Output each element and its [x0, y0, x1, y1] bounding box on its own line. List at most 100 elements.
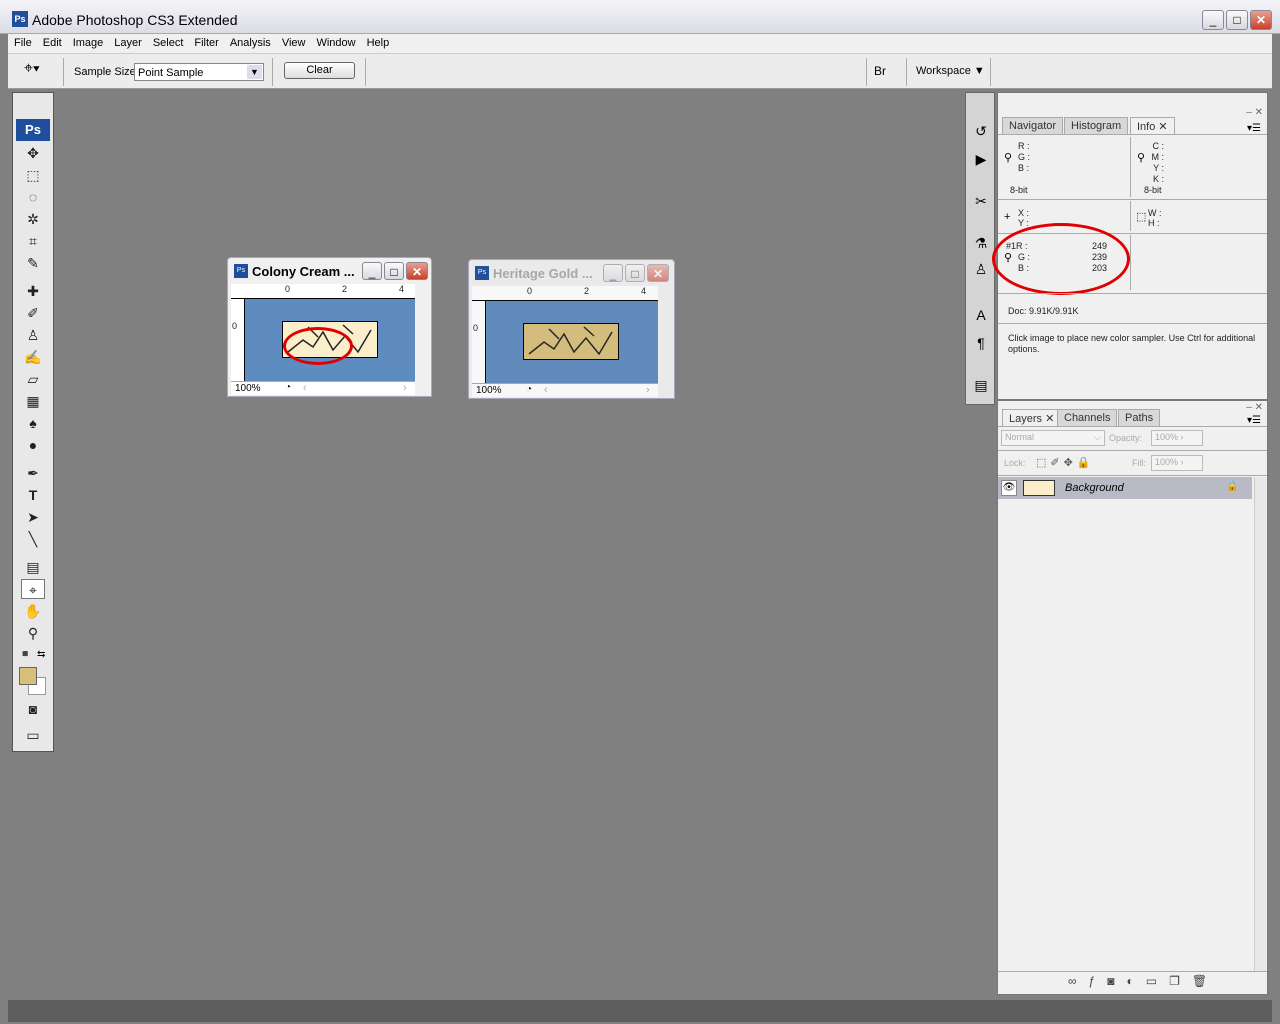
foreground-color-swatch[interactable] [19, 667, 37, 685]
status-menu-icon[interactable]: ◔ [285, 382, 291, 393]
doc-close-button[interactable]: ✕ [647, 264, 669, 282]
title-bar: Ps Adobe Photoshop CS3 Extended _ □ ✕ [0, 0, 1280, 34]
tab-channels[interactable]: Channels [1057, 409, 1118, 426]
rgb-bit-depth[interactable]: 8-bit [1010, 185, 1028, 195]
clone-source-icon[interactable]: ♙ [971, 259, 991, 279]
tab-navigator[interactable]: Navigator [1002, 117, 1064, 134]
doc-maximize-button[interactable]: □ [625, 264, 645, 282]
line-tool-icon[interactable]: ╲ [21, 529, 45, 549]
workspace-menu[interactable]: Workspace ▼ [916, 65, 985, 77]
color-swatch-image[interactable] [523, 323, 619, 360]
menu-image[interactable]: Image [67, 34, 109, 53]
menu-window[interactable]: Window [310, 34, 360, 53]
paragraph-panel-icon[interactable]: ¶ [971, 333, 991, 353]
tab-layers[interactable]: Layers ✕ [1002, 409, 1062, 426]
layer-comps-icon[interactable]: ▤ [971, 375, 991, 395]
doc-close-button[interactable]: ✕ [406, 262, 428, 280]
menu-help[interactable]: Help [361, 34, 395, 53]
menu-filter[interactable]: Filter [188, 34, 223, 53]
document-window-colony-cream[interactable]: Ps Colony Cream ... _ □ ✕ 0 2 4 0 100% ◔… [227, 257, 432, 397]
panel-menu-icon[interactable]: ▾☰ [1247, 123, 1261, 134]
path-selection-tool-icon[interactable]: ➤ [21, 507, 45, 527]
gradient-tool-icon[interactable]: ▦ [21, 391, 45, 411]
close-button[interactable]: ✕ [1250, 10, 1272, 30]
tool-presets-icon[interactable]: ✂ [971, 191, 991, 211]
eraser-tool-icon[interactable]: ▱ [21, 369, 45, 389]
hand-tool-icon[interactable]: ✋ [21, 601, 45, 621]
actions-panel-icon[interactable]: ▶ [971, 149, 991, 169]
eyedropper-icon[interactable]: ⚲ [1004, 151, 1012, 164]
eyedropper-icon[interactable]: ⚲ [1137, 151, 1145, 164]
brush-tool-icon[interactable]: ✐ [21, 303, 45, 323]
doc-maximize-button[interactable]: □ [384, 262, 404, 280]
zoom-level[interactable]: 100% [476, 385, 502, 396]
panel-close-icon[interactable]: – ✕ [1246, 107, 1263, 118]
doc-minimize-button[interactable]: _ [362, 262, 382, 280]
minimize-button[interactable]: _ [1202, 10, 1224, 30]
clear-button[interactable]: Clear [284, 62, 355, 79]
move-tool-icon[interactable]: ✥ [21, 143, 45, 163]
bridge-icon[interactable]: Br [874, 64, 886, 78]
sample-size-select[interactable]: Point Sample ▼ [134, 63, 264, 81]
eye-visibility-icon[interactable]: 👁 [1001, 480, 1017, 496]
history-panel-icon[interactable]: ↺ [971, 121, 991, 141]
scroll-right-icon[interactable]: › [646, 384, 650, 396]
layer-row[interactable]: 👁 Background 🔒 [998, 477, 1252, 499]
default-colors-icon[interactable]: ◾ [19, 649, 31, 660]
magic-wand-tool-icon[interactable]: ✲ [21, 209, 45, 229]
clone-stamp-tool-icon[interactable]: ♙ [21, 325, 45, 345]
doc-minimize-button[interactable]: _ [603, 264, 623, 282]
document-window-heritage-gold[interactable]: Ps Heritage Gold ... _ □ ✕ 0 2 4 0 100% … [468, 259, 675, 399]
menu-analysis[interactable]: Analysis [224, 34, 276, 53]
panel-menu-icon[interactable]: ▾☰ [1247, 415, 1261, 426]
character-panel-icon[interactable]: A [971, 305, 991, 325]
canvas[interactable] [486, 301, 658, 383]
zoom-tool-icon[interactable]: ⚲ [21, 623, 45, 643]
menu-edit[interactable]: Edit [37, 34, 67, 53]
quick-mask-icon[interactable]: ◙ [21, 699, 45, 719]
slice-tool-icon[interactable]: ✎ [21, 253, 45, 273]
type-tool-icon[interactable]: T [21, 485, 45, 505]
menu-view[interactable]: View [276, 34, 311, 53]
marquee-tool-icon[interactable]: ⬚ [21, 165, 45, 185]
menu-select[interactable]: Select [147, 34, 189, 53]
menu-layer[interactable]: Layer [108, 34, 147, 53]
scroll-left-icon[interactable]: ‹ [544, 384, 548, 396]
menu-file[interactable]: File [8, 34, 37, 53]
layers-scrollbar[interactable] [1254, 477, 1266, 971]
scroll-left-icon[interactable]: ‹ [303, 382, 307, 394]
blur-tool-icon[interactable]: ♠ [21, 413, 45, 433]
status-menu-icon[interactable]: ◔ [526, 384, 532, 395]
scroll-right-icon[interactable]: › [403, 382, 407, 394]
screen-mode-icon[interactable]: ▭ [21, 725, 45, 745]
tab-paths[interactable]: Paths [1118, 409, 1161, 426]
opacity-field[interactable]: 100% › [1151, 430, 1203, 446]
lock-icons[interactable]: ⬚✐✥🔒 [1036, 456, 1095, 469]
brushes-panel-icon[interactable]: ⚗ [971, 233, 991, 253]
swap-colors-icon[interactable]: ⇆ [37, 649, 45, 660]
panel-close-icon[interactable]: – ✕ [1246, 402, 1263, 413]
lasso-tool-icon[interactable]: ◌ [21, 187, 45, 207]
blend-mode-select[interactable]: Normal ⌵ [1001, 430, 1105, 446]
tab-info[interactable]: Info ✕ [1130, 117, 1175, 134]
dodge-tool-icon[interactable]: ● [21, 435, 45, 455]
history-brush-tool-icon[interactable]: ✍ [21, 347, 45, 367]
cmyk-bit-depth[interactable]: 8-bit [1144, 185, 1162, 195]
fill-field[interactable]: 100% › [1151, 455, 1203, 471]
maximize-button[interactable]: □ [1226, 10, 1248, 30]
canvas[interactable] [245, 299, 415, 381]
crosshair-icon[interactable]: + [1004, 211, 1010, 223]
tab-histogram[interactable]: Histogram [1064, 117, 1129, 134]
workspace-label: Workspace [916, 65, 971, 77]
crop-tool-icon[interactable]: ⌗ [21, 231, 45, 251]
layer-actions-toolbar[interactable]: ∞ƒ◙◐▭❐🗑 [1068, 974, 1219, 988]
color-sampler-tool-icon[interactable]: ⌖ [21, 579, 45, 599]
notes-tool-icon[interactable]: ▤ [21, 557, 45, 577]
pen-tool-icon[interactable]: ✒ [21, 463, 45, 483]
zoom-level[interactable]: 100% [235, 383, 261, 394]
healing-brush-tool-icon[interactable]: ✚ [21, 281, 45, 301]
layer-name[interactable]: Background [1065, 482, 1124, 494]
color-sampler-tool-preset-icon[interactable]: ⌖▾ [24, 60, 40, 78]
chevron-down-icon[interactable]: ▼ [247, 65, 262, 79]
photoshop-logo-icon: Ps [16, 119, 50, 141]
